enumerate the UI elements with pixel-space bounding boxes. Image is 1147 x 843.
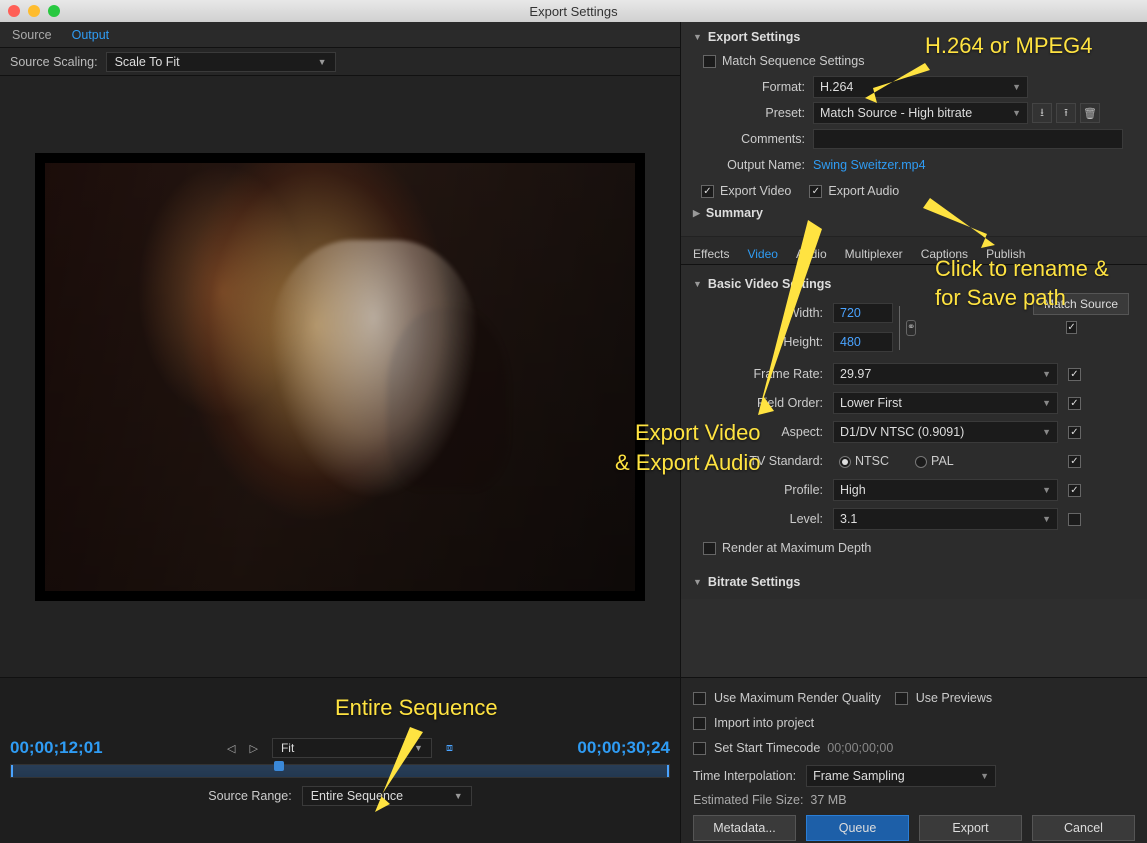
disclosure-down-icon: ▼ <box>693 279 702 289</box>
match-sequence-label: Match Sequence Settings <box>722 54 864 68</box>
annotation-sequence: Entire Sequence <box>335 695 498 721</box>
tab-effects[interactable]: Effects <box>693 247 729 261</box>
preview-image <box>45 163 635 591</box>
annotation-export-av: Export Video& Export Audio <box>615 418 761 477</box>
window-titlebar: Export Settings <box>0 0 1147 22</box>
chevron-down-icon: ▼ <box>1012 82 1021 92</box>
profile-label: Profile: <box>693 483 833 497</box>
disclosure-right-icon: ▶ <box>693 208 700 219</box>
timeline-scrubber[interactable] <box>10 764 670 778</box>
export-audio-label: Export Audio <box>828 184 899 198</box>
link-dimensions-icon[interactable]: ⚭ <box>906 320 916 336</box>
delete-preset-icon[interactable]: 🗑 <box>1080 103 1100 123</box>
comments-input[interactable] <box>813 129 1123 149</box>
next-mark-icon[interactable]: ▷ <box>250 742 258 755</box>
chevron-down-icon: ▼ <box>1042 485 1051 495</box>
est-size-value: 37 MB <box>810 793 846 807</box>
in-out-range[interactable] <box>11 765 669 777</box>
preview-frame <box>35 153 645 601</box>
chevron-down-icon: ▼ <box>454 791 463 801</box>
level-label: Level: <box>693 512 833 526</box>
annotation-arrow-icon <box>855 58 935 108</box>
export-options-panel: Use Maximum Render Quality Use Previews … <box>680 677 1147 843</box>
level-dropdown[interactable]: 3.1▼ <box>833 508 1058 530</box>
annotation-rename: Click to rename &for Save path <box>935 255 1109 312</box>
chevron-down-icon: ▼ <box>1042 369 1051 379</box>
ntsc-radio[interactable] <box>839 456 851 468</box>
chevron-down-icon: ▼ <box>1042 514 1051 524</box>
max-render-quality-checkbox[interactable] <box>693 692 706 705</box>
queue-button[interactable]: Queue <box>806 815 909 841</box>
source-scaling-value: Scale To Fit <box>115 55 180 69</box>
window-title: Export Settings <box>0 4 1147 19</box>
time-interp-label: Time Interpolation: <box>693 769 796 783</box>
duration-timecode: 00;00;30;24 <box>577 738 670 758</box>
tv-std-match-checkbox[interactable] <box>1068 455 1081 468</box>
cancel-button[interactable]: Cancel <box>1032 815 1135 841</box>
render-max-depth-checkbox[interactable] <box>703 542 716 555</box>
bitrate-settings-header[interactable]: ▼ Bitrate Settings <box>693 575 1135 589</box>
start-tc-value[interactable]: 00;00;00;00 <box>827 741 893 755</box>
preset-label: Preset: <box>693 106 813 120</box>
chevron-down-icon: ▼ <box>980 771 989 781</box>
frame-rate-dropdown[interactable]: 29.97▼ <box>833 363 1058 385</box>
import-into-project-checkbox[interactable] <box>693 717 706 730</box>
link-bracket-icon <box>899 306 900 350</box>
frame-rate-match-checkbox[interactable] <box>1068 368 1081 381</box>
prev-mark-icon[interactable]: ◁ <box>227 742 235 755</box>
output-name-label: Output Name: <box>693 158 813 172</box>
source-scaling-row: Source Scaling: Scale To Fit ▼ <box>0 48 680 76</box>
import-preset-icon[interactable]: ⭱ <box>1056 103 1076 123</box>
annotation-arrow-icon <box>740 215 830 425</box>
height-input[interactable]: 480 <box>833 332 893 352</box>
annotation-arrow-icon <box>915 190 1005 260</box>
chevron-down-icon: ▼ <box>1042 398 1051 408</box>
disclosure-down-icon: ▼ <box>693 32 702 42</box>
est-size-label: Estimated File Size: <box>693 793 803 807</box>
output-name-link[interactable]: Swing Sweitzer.mp4 <box>813 158 926 172</box>
tab-output[interactable]: Output <box>72 28 110 42</box>
chevron-down-icon: ▼ <box>318 57 327 67</box>
annotation-format: H.264 or MPEG4 <box>925 33 1093 59</box>
disclosure-down-icon: ▼ <box>693 577 702 587</box>
preview-tabs: Source Output <box>0 22 680 48</box>
preview-area <box>0 76 680 677</box>
profile-match-checkbox[interactable] <box>1068 484 1081 497</box>
set-start-tc-checkbox[interactable] <box>693 742 706 755</box>
annotation-arrow-icon <box>365 722 435 822</box>
field-order-dropdown[interactable]: Lower First▼ <box>833 392 1058 414</box>
source-scaling-label: Source Scaling: <box>10 55 98 69</box>
pal-radio[interactable] <box>915 456 927 468</box>
level-match-checkbox[interactable] <box>1068 513 1081 526</box>
chevron-down-icon: ▼ <box>1042 427 1051 437</box>
width-input[interactable]: 720 <box>833 303 893 323</box>
export-video-checkbox[interactable] <box>701 185 714 198</box>
format-label: Format: <box>693 80 813 94</box>
chevron-down-icon: ▼ <box>1012 108 1021 118</box>
aspect-dropdown[interactable]: D1/DV NTSC (0.9091)▼ <box>833 421 1058 443</box>
aspect-match-checkbox[interactable] <box>1068 426 1081 439</box>
metadata-button[interactable]: Metadata... <box>693 815 796 841</box>
aspect-correction-icon[interactable]: ⧈ <box>446 742 453 755</box>
field-order-match-checkbox[interactable] <box>1068 397 1081 410</box>
comments-label: Comments: <box>693 132 813 146</box>
source-range-label: Source Range: <box>208 789 291 803</box>
dims-match-checkbox[interactable] <box>1066 321 1076 334</box>
use-previews-checkbox[interactable] <box>895 692 908 705</box>
source-scaling-dropdown[interactable]: Scale To Fit ▼ <box>106 52 336 72</box>
export-video-label: Export Video <box>720 184 791 198</box>
current-timecode[interactable]: 00;00;12;01 <box>10 738 103 758</box>
profile-dropdown[interactable]: High▼ <box>833 479 1058 501</box>
render-max-depth-label: Render at Maximum Depth <box>722 541 871 555</box>
save-preset-icon[interactable]: ⭳ <box>1032 103 1052 123</box>
playhead-icon[interactable] <box>274 761 284 771</box>
tab-multiplexer[interactable]: Multiplexer <box>845 247 903 261</box>
tab-source[interactable]: Source <box>12 28 52 42</box>
export-audio-checkbox[interactable] <box>809 185 822 198</box>
export-button[interactable]: Export <box>919 815 1022 841</box>
time-interp-dropdown[interactable]: Frame Sampling▼ <box>806 765 996 787</box>
match-sequence-checkbox[interactable] <box>703 55 716 68</box>
preview-pane: Source Output Source Scaling: Scale To F… <box>0 22 680 677</box>
